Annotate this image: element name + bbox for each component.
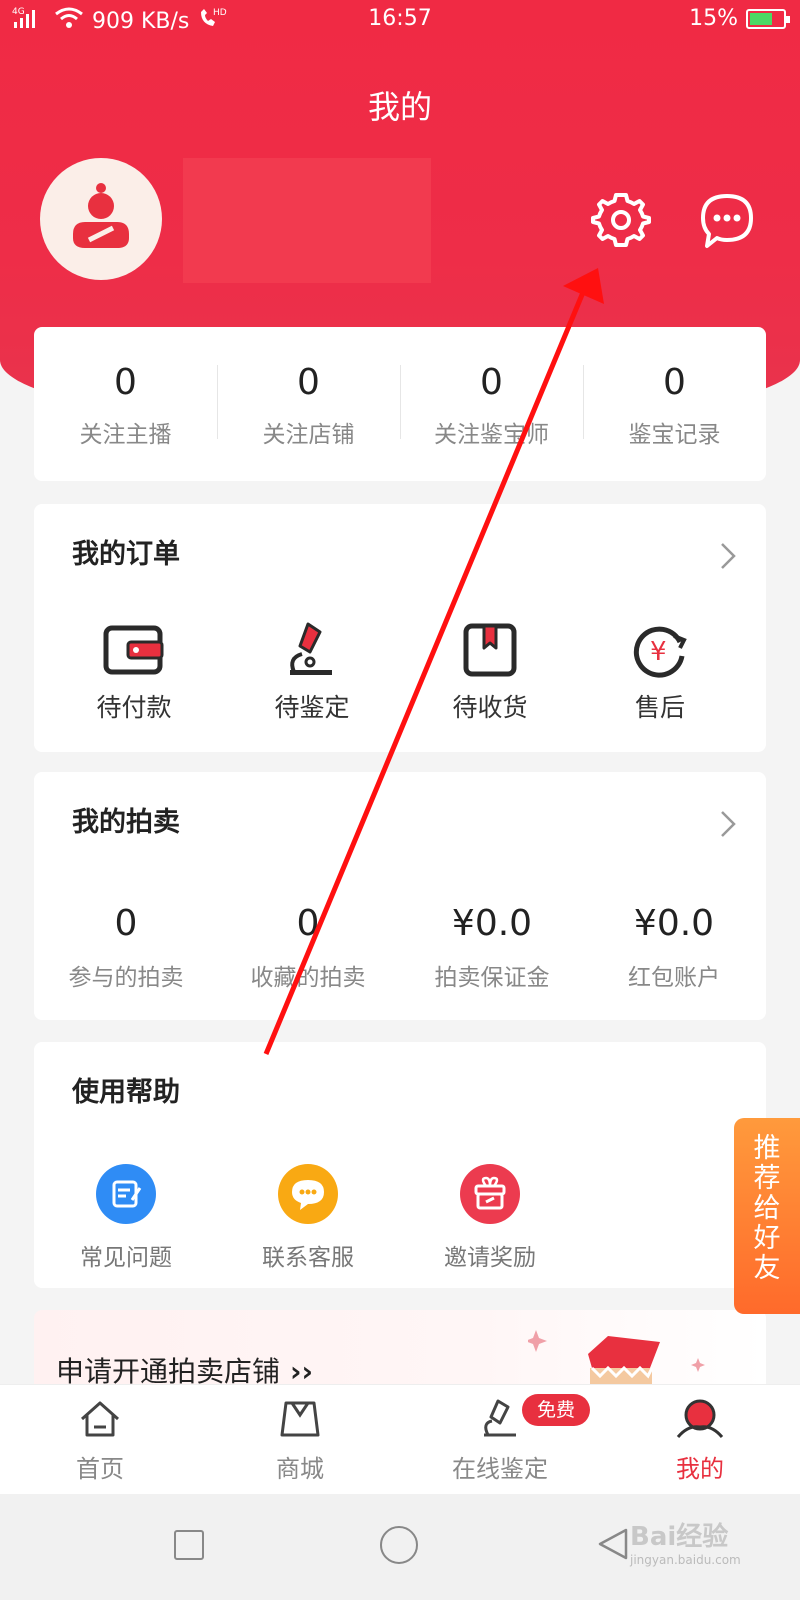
auction-favorited[interactable]: 0 收藏的拍卖 bbox=[216, 900, 400, 992]
share-tab-char: 友 bbox=[753, 1253, 781, 1284]
help-faq[interactable]: 常见问题 bbox=[34, 1164, 218, 1272]
profile-icon bbox=[676, 1399, 724, 1438]
avatar[interactable] bbox=[40, 158, 162, 280]
tab-label: 我的 bbox=[676, 1455, 724, 1483]
help-contact-service[interactable]: 联系客服 bbox=[216, 1164, 400, 1272]
auction-value: ¥0.0 bbox=[633, 903, 715, 944]
order-pending-receipt[interactable]: 待收货 bbox=[410, 622, 570, 724]
tab-label: 首页 bbox=[76, 1455, 124, 1483]
message-button[interactable] bbox=[697, 190, 757, 250]
share-tab-char: 给 bbox=[753, 1193, 781, 1224]
stat-value: 0 bbox=[663, 362, 686, 403]
help-label: 邀请奖励 bbox=[444, 1245, 536, 1271]
svg-text:¥: ¥ bbox=[650, 637, 667, 667]
tab-mine[interactable]: 我的 bbox=[620, 1397, 780, 1484]
battery-percent: 15% bbox=[689, 6, 738, 31]
order-label: 售后 bbox=[634, 693, 685, 722]
section-title: 我的订单 bbox=[72, 539, 180, 570]
stat-value: 0 bbox=[480, 362, 503, 403]
section-title: 使用帮助 bbox=[72, 1077, 180, 1108]
section-title: 我的拍卖 bbox=[72, 807, 180, 838]
stat-label: 关注鉴宝师 bbox=[434, 422, 549, 448]
chat-icon bbox=[701, 194, 753, 248]
stat-followed-streamers[interactable]: 0 关注主播 bbox=[34, 359, 217, 449]
help-card: 使用帮助 常见问题 联系客服 邀请奖励 bbox=[34, 1042, 766, 1288]
order-after-sales[interactable]: ¥ 售后 bbox=[580, 622, 740, 724]
order-label: 待收货 bbox=[452, 693, 528, 722]
package-icon bbox=[463, 623, 517, 677]
battery-icon bbox=[746, 8, 790, 29]
recommend-to-friends-tab[interactable]: 推 荐 给 好 友 bbox=[734, 1118, 800, 1314]
auction-value: ¥0.0 bbox=[451, 903, 533, 944]
page-title: 我的 bbox=[367, 88, 432, 126]
free-badge: 免费 bbox=[522, 1394, 590, 1426]
auction-label: 收藏的拍卖 bbox=[250, 965, 366, 991]
status-bar: 4G 909 KB/s HD 16:57 15% bbox=[0, 0, 800, 40]
stat-followed-appraisers[interactable]: 0 关注鉴宝师 bbox=[400, 359, 583, 449]
refund-icon: ¥ bbox=[633, 626, 687, 678]
stat-label: 鉴宝记录 bbox=[628, 422, 721, 448]
system-navigation-bar: Bai经验 jingyan.baidu.com bbox=[0, 1494, 800, 1600]
stat-appraisal-records[interactable]: 0 鉴宝记录 bbox=[583, 359, 766, 449]
share-tab-char: 推 bbox=[753, 1133, 781, 1164]
order-pending-payment[interactable]: 待付款 bbox=[54, 622, 214, 724]
gear-icon bbox=[591, 193, 651, 247]
stat-value: 0 bbox=[114, 362, 137, 403]
microscope-icon bbox=[290, 622, 332, 675]
auction-participated[interactable]: 0 参与的拍卖 bbox=[34, 900, 218, 992]
order-label: 待付款 bbox=[96, 693, 172, 722]
auction-red-packet[interactable]: ¥0.0 红包账户 bbox=[582, 900, 766, 992]
help-label: 联系客服 bbox=[262, 1245, 354, 1271]
chevron-right-icon[interactable] bbox=[718, 808, 738, 840]
watermark-main: Bai经验 bbox=[630, 1522, 729, 1552]
bottom-tab-bar: 首页 商城 在线鉴定 我的 bbox=[0, 1384, 800, 1494]
my-orders-card: 我的订单 待付款 待鉴定 待收货 ¥ 售后 bbox=[34, 504, 766, 752]
tab-label: 在线鉴定 bbox=[452, 1455, 548, 1483]
auction-label: 红包账户 bbox=[628, 965, 720, 991]
settings-button[interactable] bbox=[591, 190, 651, 250]
follow-stats-card: 0 关注主播 0 关注店铺 0 关注鉴宝师 0 鉴宝记录 bbox=[34, 327, 766, 481]
stat-value: 0 bbox=[297, 362, 320, 403]
chat-bubble-icon bbox=[278, 1164, 338, 1224]
auction-label: 参与的拍卖 bbox=[68, 965, 184, 991]
gift-icon bbox=[460, 1164, 520, 1224]
stat-followed-shops[interactable]: 0 关注店铺 bbox=[217, 359, 400, 449]
recent-apps-button[interactable] bbox=[174, 1530, 204, 1560]
watermark-sub: jingyan.baidu.com bbox=[630, 1553, 741, 1567]
stat-label: 关注主播 bbox=[79, 422, 172, 448]
wallet-icon bbox=[103, 625, 164, 675]
chevron-right-icon[interactable] bbox=[718, 540, 738, 572]
home-button[interactable] bbox=[380, 1526, 418, 1564]
stat-label: 关注店铺 bbox=[262, 422, 355, 448]
help-invite-reward[interactable]: 邀请奖励 bbox=[398, 1164, 582, 1272]
tab-mall[interactable]: 商城 bbox=[220, 1397, 380, 1484]
faq-icon bbox=[96, 1164, 156, 1224]
auction-value: 0 bbox=[296, 903, 320, 944]
back-icon[interactable] bbox=[594, 1524, 634, 1564]
tab-label: 商城 bbox=[276, 1455, 324, 1483]
microscope-icon bbox=[484, 1399, 516, 1437]
auction-label: 拍卖保证金 bbox=[434, 965, 550, 991]
baidu-watermark: Bai经验 jingyan.baidu.com bbox=[630, 1516, 741, 1567]
help-label: 常见问题 bbox=[80, 1245, 172, 1271]
auction-deposit[interactable]: ¥0.0 拍卖保证金 bbox=[400, 900, 584, 992]
share-tab-char: 荐 bbox=[753, 1163, 781, 1194]
order-label: 待鉴定 bbox=[274, 693, 350, 722]
my-auctions-card: 我的拍卖 0 参与的拍卖 0 收藏的拍卖 ¥0.0 拍卖保证金 ¥0.0 红包账… bbox=[34, 772, 766, 1020]
auction-value: 0 bbox=[114, 903, 138, 944]
order-pending-appraisal[interactable]: 待鉴定 bbox=[232, 622, 392, 724]
shopping-bag-icon bbox=[280, 1401, 320, 1437]
username-redacted bbox=[183, 158, 431, 283]
tab-home[interactable]: 首页 bbox=[20, 1397, 180, 1484]
user-avatar-icon bbox=[73, 183, 129, 248]
clock: 16:57 bbox=[368, 6, 432, 31]
home-icon bbox=[81, 1401, 119, 1437]
share-tab-char: 好 bbox=[753, 1223, 781, 1254]
